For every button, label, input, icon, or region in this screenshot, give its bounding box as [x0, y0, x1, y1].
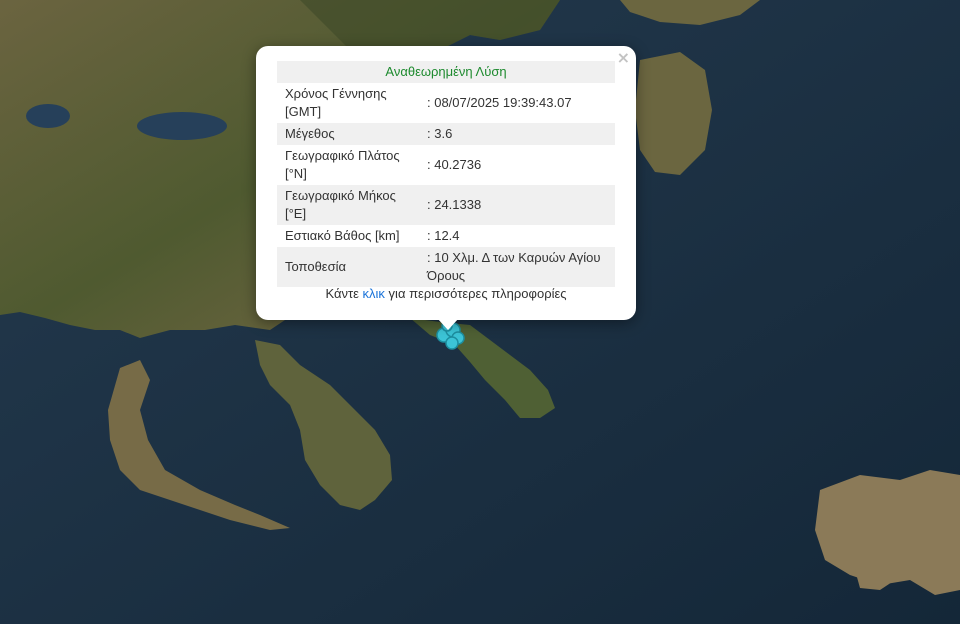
table-row: Μέγεθος : 3.6 — [277, 123, 615, 145]
magnitude-value: : 3.6 — [421, 123, 615, 145]
more-info-prefix: Κάντε — [325, 286, 363, 301]
table-row: Χρόνος Γέννησης [GMT] : 08/07/2025 19:39… — [277, 83, 615, 123]
magnitude-label: Μέγεθος — [277, 123, 421, 145]
location-label: Τοποθεσία — [277, 247, 421, 287]
longitude-label: Γεωγραφικό Μήκος [°E] — [277, 185, 421, 225]
popup-tip — [437, 318, 459, 330]
popup-title-row: Αναθεωρημένη Λύση — [277, 61, 615, 83]
table-row: Γεωγραφικό Πλάτος [°N] : 40.2736 — [277, 145, 615, 185]
location-value: : 10 Χλμ. Δ των Καρυών Αγίου Όρους — [421, 247, 615, 287]
more-info-suffix: για περισσότερες πληροφορίες — [384, 286, 567, 301]
latitude-label: Γεωγραφικό Πλάτος [°N] — [285, 148, 400, 181]
close-icon[interactable]: × — [617, 50, 630, 66]
earthquake-marker[interactable] — [445, 336, 459, 350]
earthquake-info-popup: × Αναθεωρημένη Λύση Χρόνος Γέννησης [GMT… — [256, 46, 636, 330]
more-info-text: Κάντε κλικ για περισσότερες πληροφορίες — [256, 286, 636, 301]
more-info-link[interactable]: κλικ — [363, 286, 385, 301]
lake — [26, 104, 70, 128]
depth-label: Εστιακό Βάθος [km] — [285, 228, 400, 243]
depth-value: : 12.4 — [427, 228, 460, 243]
table-row: Τοποθεσία : 10 Χλμ. Δ των Καρυών Αγίου Ό… — [277, 247, 615, 287]
table-row: Γεωγραφικό Μήκος [°E] : 24.1338 — [277, 185, 615, 225]
popup-title: Αναθεωρημένη Λύση — [277, 61, 615, 83]
table-row: Εστιακό Βάθος [km] : 12.4 — [277, 225, 615, 247]
lake — [137, 112, 227, 140]
origin-time-label: Χρόνος Γέννησης [GMT] — [285, 86, 387, 119]
origin-time-value: : 08/07/2025 19:39:43.07 — [427, 95, 572, 110]
latitude-value: : 40.2736 — [427, 157, 482, 172]
longitude-value: : 24.1338 — [421, 185, 615, 225]
earthquake-details-table: Αναθεωρημένη Λύση Χρόνος Γέννησης [GMT] … — [277, 61, 615, 287]
